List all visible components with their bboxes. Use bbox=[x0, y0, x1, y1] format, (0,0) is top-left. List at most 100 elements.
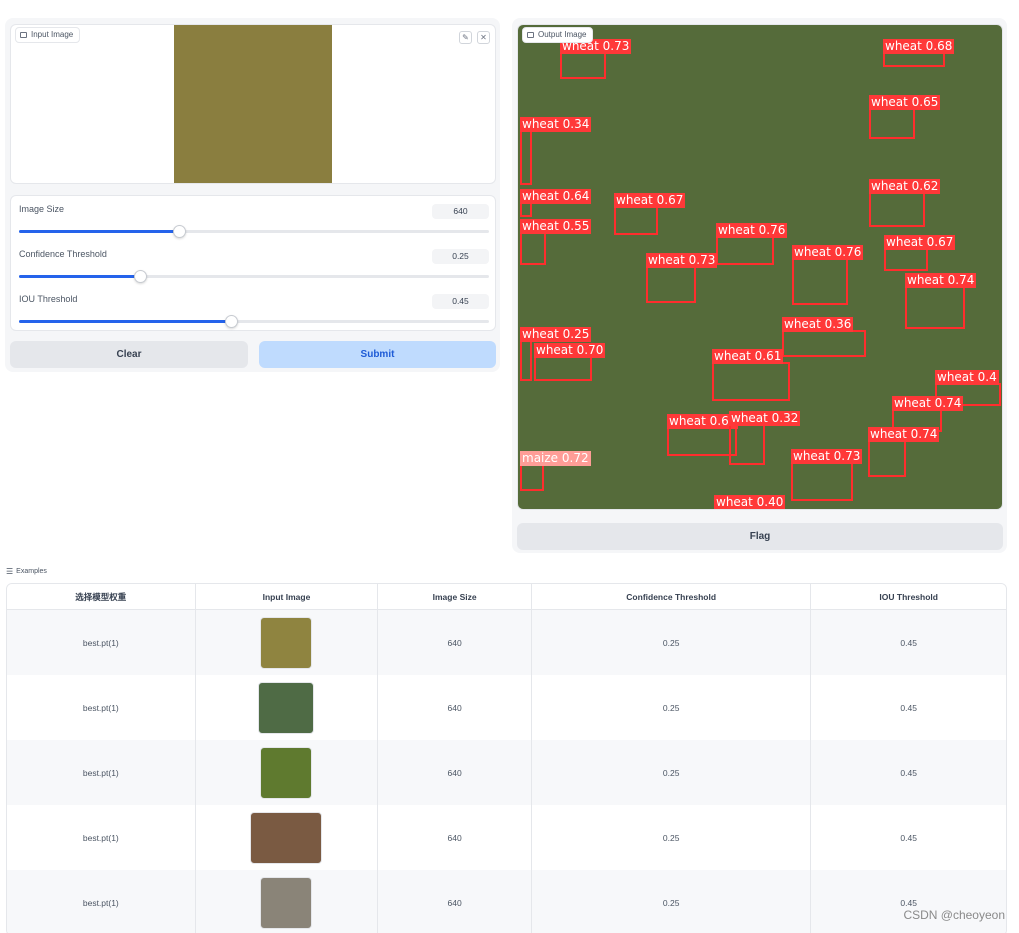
clear-button[interactable]: Clear bbox=[10, 341, 248, 368]
image-size-value[interactable]: 640 bbox=[432, 204, 489, 219]
detection-box: wheat 0.65 bbox=[869, 95, 941, 139]
iou-slider-fill bbox=[19, 320, 231, 323]
detection-label: wheat 0.76 bbox=[792, 245, 864, 260]
detection-label: wheat 0.73 bbox=[646, 253, 718, 268]
confidence-slider[interactable] bbox=[19, 270, 489, 283]
settings-group: Image Size 640 Confidence Threshold 0.25… bbox=[10, 195, 496, 331]
detection-label: wheat 0.67 bbox=[614, 193, 686, 208]
image-size-slider-thumb[interactable] bbox=[172, 225, 186, 238]
image-size-slider[interactable] bbox=[19, 225, 489, 238]
detection-box: wheat 0.36 bbox=[782, 317, 866, 357]
detection-label: wheat 0.70 bbox=[534, 343, 606, 358]
detection-box: wheat 0.73 bbox=[560, 39, 632, 79]
iou-value[interactable]: 0.45 bbox=[432, 294, 489, 309]
example-image-size: 640 bbox=[378, 740, 532, 805]
detection-box: wheat 0.34 bbox=[520, 117, 592, 185]
detection-label: wheat 0.34 bbox=[520, 117, 592, 132]
example-row[interactable]: best.pt(1) 640 0.25 0.45 bbox=[7, 870, 1006, 933]
confidence-label: Confidence Threshold bbox=[19, 249, 107, 259]
iou-slider-thumb[interactable] bbox=[224, 315, 238, 328]
example-thumbnail[interactable] bbox=[260, 876, 313, 929]
input-photo bbox=[174, 25, 332, 183]
image-icon bbox=[527, 32, 534, 38]
detection-box: wheat 0.64 bbox=[667, 414, 739, 456]
column-header: Image Size bbox=[378, 584, 532, 610]
example-model: best.pt(1) bbox=[7, 805, 196, 870]
detection-box: wheat 0.25 bbox=[520, 327, 592, 381]
example-row[interactable]: best.pt(1) 640 0.25 0.45 bbox=[7, 610, 1006, 675]
detection-box: wheat 0.64 bbox=[520, 189, 592, 217]
example-thumbnail[interactable] bbox=[250, 811, 323, 864]
detection-label: wheat 0.74 bbox=[905, 273, 977, 288]
detection-box: wheat 0.76 bbox=[792, 245, 864, 305]
iou-slider[interactable] bbox=[19, 315, 489, 328]
detection-label: wheat 0.76 bbox=[716, 223, 788, 238]
detection-label: maize 0.72 bbox=[520, 451, 591, 466]
input-image-label-text: Input Image bbox=[31, 30, 74, 39]
column-header: IOU Threshold bbox=[811, 584, 1006, 610]
column-header: Confidence Threshold bbox=[531, 584, 812, 610]
examples-table: 选择模型权重 Input Image Image Size Confidence… bbox=[6, 583, 1007, 933]
detection-label: wheat 0.74 bbox=[868, 427, 940, 442]
output-image-label-text: Output Image bbox=[538, 30, 587, 39]
pencil-icon: ✎ bbox=[462, 33, 469, 42]
confidence-value[interactable]: 0.25 bbox=[432, 249, 489, 264]
input-image-label: Input Image bbox=[15, 27, 81, 43]
confidence-slider-fill bbox=[19, 275, 141, 278]
detection-label: wheat 0.64 bbox=[520, 189, 592, 204]
example-thumbnail[interactable] bbox=[258, 681, 315, 734]
example-row[interactable]: best.pt(1) 640 0.25 0.45 bbox=[7, 805, 1006, 870]
example-thumbnail-cell bbox=[196, 610, 379, 675]
submit-button[interactable]: Submit bbox=[259, 341, 496, 368]
detection-label: wheat 0.62 bbox=[869, 179, 941, 194]
example-confidence: 0.25 bbox=[532, 610, 812, 675]
detection-label: wheat 0.55 bbox=[520, 219, 592, 234]
detection-box: wheat 0.74 bbox=[868, 427, 940, 477]
example-model: best.pt(1) bbox=[7, 675, 196, 740]
detection-box: wheat 0.68 bbox=[883, 39, 955, 67]
example-thumbnail[interactable] bbox=[260, 616, 313, 669]
flag-button[interactable]: Flag bbox=[517, 523, 1003, 550]
output-image-box: Output Image ↓ wheat 0.73wheat 0.68wheat… bbox=[517, 24, 1003, 510]
detection-label: wheat 0.40 bbox=[714, 495, 786, 509]
detection-box: wheat 0.76 bbox=[716, 223, 788, 265]
examples-header: ☰ Examples bbox=[6, 567, 47, 576]
detection-box: wheat 0.70 bbox=[534, 343, 606, 381]
input-image-dropzone[interactable]: Input Image ✎ ✕ bbox=[10, 24, 496, 184]
example-row[interactable]: best.pt(1) 640 0.25 0.45 bbox=[7, 740, 1006, 805]
detection-box: wheat 0.67 bbox=[614, 193, 686, 235]
detection-label: wheat 0.73 bbox=[791, 449, 863, 464]
detection-box: wheat 0.61 bbox=[712, 349, 790, 401]
detection-box: wheat 0.74 bbox=[905, 273, 977, 329]
example-confidence: 0.25 bbox=[532, 870, 812, 933]
image-size-label: Image Size bbox=[19, 204, 65, 214]
example-iou: 0.45 bbox=[900, 897, 917, 908]
detection-label: wheat 0.68 bbox=[883, 39, 955, 54]
examples-table-body: best.pt(1) 640 0.25 0.45 best.pt(1) 640 0.25 0.… bbox=[7, 610, 1006, 933]
example-model: best.pt(1) bbox=[7, 870, 196, 933]
output-panel: Output Image ↓ wheat 0.73wheat 0.68wheat… bbox=[512, 18, 1007, 553]
image-size-slider-row: Image Size 640 bbox=[19, 204, 489, 238]
iou-slider-row: IOU Threshold 0.45 bbox=[19, 294, 489, 328]
detection-box: wheat 0.55 bbox=[520, 219, 592, 265]
example-confidence: 0.25 bbox=[532, 805, 812, 870]
example-image-size: 640 bbox=[378, 675, 532, 740]
examples-table-header: 选择模型权重 Input Image Image Size Confidence… bbox=[7, 584, 1006, 610]
example-image-size: 640 bbox=[378, 870, 532, 933]
example-thumbnail-cell bbox=[196, 740, 379, 805]
example-thumbnail-cell bbox=[196, 805, 379, 870]
edit-image-button[interactable]: ✎ bbox=[459, 31, 472, 44]
example-iou: 0.45 bbox=[900, 702, 917, 713]
confidence-slider-thumb[interactable] bbox=[134, 270, 148, 283]
detection-box: wheat 0.73 bbox=[791, 449, 863, 501]
column-header: 选择模型权重 bbox=[7, 584, 196, 610]
example-iou: 0.45 bbox=[900, 832, 917, 843]
detection-box: wheat 0.73 bbox=[646, 253, 718, 303]
detection-label: wheat 0.65 bbox=[869, 95, 941, 110]
example-row[interactable]: best.pt(1) 640 0.25 0.45 bbox=[7, 675, 1006, 740]
output-photo: wheat 0.73 wheat 0.68 wheat 0.34 wheat 0.65… bbox=[518, 25, 1002, 509]
example-thumbnail[interactable] bbox=[260, 746, 313, 799]
close-icon: ✕ bbox=[480, 33, 487, 42]
detection-label: wheat 0.61 bbox=[712, 349, 784, 364]
clear-image-button[interactable]: ✕ bbox=[477, 31, 490, 44]
